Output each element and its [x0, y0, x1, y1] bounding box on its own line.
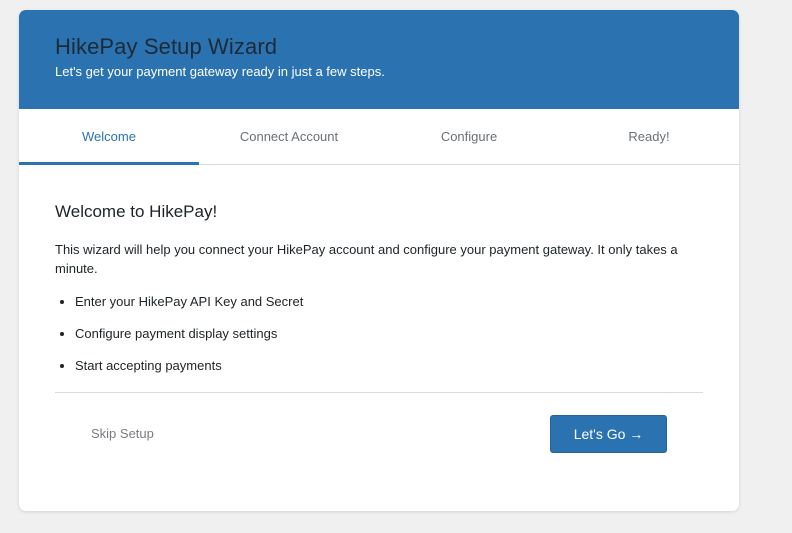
- step-connect-account[interactable]: Connect Account: [199, 109, 379, 164]
- step-configure[interactable]: Configure: [379, 109, 559, 164]
- divider: [55, 392, 703, 393]
- wizard-header: HikePay Setup Wizard Let's get your paym…: [19, 10, 739, 109]
- skip-setup-link[interactable]: Skip Setup: [91, 426, 154, 441]
- list-item: Configure payment display settings: [75, 324, 303, 356]
- wizard-title: HikePay Setup Wizard: [55, 34, 278, 59]
- wizard-subtitle: Let's get your payment gateway ready in …: [55, 64, 385, 79]
- wizard-steps: Welcome Connect Account Configure Ready!: [19, 109, 739, 165]
- lets-go-button[interactable]: Let's Go →: [550, 415, 667, 453]
- content-title: Welcome to HikePay!: [55, 202, 218, 221]
- step-welcome[interactable]: Welcome: [19, 109, 199, 165]
- step-ready[interactable]: Ready!: [559, 109, 739, 164]
- list-item: Start accepting payments: [75, 356, 303, 388]
- setup-wizard: HikePay Setup Wizard Let's get your paym…: [19, 10, 739, 511]
- list-item: Enter your HikePay API Key and Secret: [75, 292, 303, 324]
- content-description: This wizard will help you connect your H…: [55, 242, 678, 276]
- feature-list: Enter your HikePay API Key and Secret Co…: [55, 292, 303, 388]
